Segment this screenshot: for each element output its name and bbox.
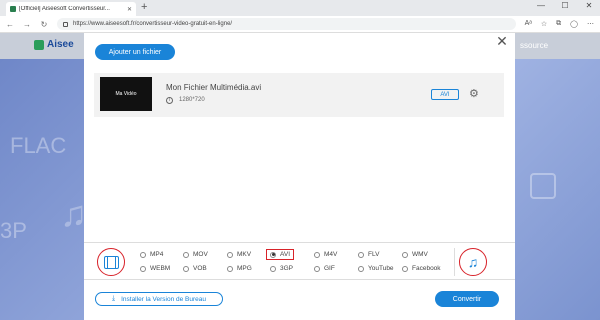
site-logo[interactable]: Aisee — [34, 39, 74, 50]
format-label: FLV — [368, 251, 380, 258]
format-label: VOB — [193, 265, 207, 272]
info-icon[interactable]: i — [166, 97, 173, 104]
format-label: MPG — [237, 265, 252, 272]
format-label: WMV — [412, 251, 428, 258]
window-controls: — ☐ ✕ — [536, 1, 594, 10]
lock-icon — [63, 21, 68, 27]
radio-youtube[interactable] — [358, 265, 364, 272]
format-option-mp4[interactable]: MP4 — [140, 251, 163, 258]
logo-icon — [34, 39, 44, 50]
radio-vob[interactable] — [183, 265, 189, 272]
format-label: WEBM — [150, 265, 171, 272]
format-label: Facebook — [412, 265, 441, 272]
format-option-mpg[interactable]: MPG — [227, 265, 252, 272]
format-option-youtube[interactable]: YouTube — [358, 265, 394, 272]
format-label: AVI — [280, 251, 290, 258]
audio-format-tab[interactable]: ♫ — [459, 248, 487, 276]
url-field[interactable]: https://www.aiseesoft.fr/convertisseur-v… — [57, 18, 516, 30]
radio-flv[interactable] — [358, 251, 364, 258]
install-label: Installer la Version de Bureau — [121, 295, 207, 303]
download-icon: ⤓ — [111, 295, 116, 302]
minimize-button[interactable]: — — [536, 1, 546, 10]
decor-music-note-icon: ♫ — [60, 193, 87, 234]
tab-title: [Officiel] Aiseesoft Convertisseur... — [19, 6, 110, 12]
radio-avi[interactable] — [270, 251, 276, 258]
radio-mp4[interactable] — [140, 251, 146, 258]
modal-close-icon[interactable]: ✕ — [495, 33, 509, 50]
radio-gif[interactable] — [314, 265, 320, 272]
url-text: https://www.aiseesoft.fr/convertisseur-v… — [73, 21, 233, 27]
address-bar-row: ← → ↻ https://www.aiseesoft.fr/convertis… — [0, 16, 600, 33]
format-label: M4V — [324, 251, 338, 258]
more-menu-icon[interactable]: ⋯ — [587, 20, 594, 28]
format-option-mov[interactable]: MOV — [183, 251, 208, 258]
format-panel: MP4 MOV MKV AVI M4V FLV WMV WEBM VOB MPG… — [84, 242, 515, 280]
format-option-flv[interactable]: FLV — [358, 251, 379, 258]
radio-facebook[interactable] — [402, 265, 408, 272]
format-option-facebook[interactable]: Facebook — [402, 265, 441, 272]
format-label: MP4 — [150, 251, 164, 258]
music-note-icon: ♫ — [467, 254, 479, 270]
file-name: Mon Fichier Multimédia.avi — [166, 83, 262, 92]
convert-button[interactable]: Convertir — [435, 291, 499, 307]
favorite-star-icon[interactable]: ☆ — [541, 20, 547, 28]
format-option-vob[interactable]: VOB — [183, 265, 207, 272]
format-option-webm[interactable]: WEBM — [140, 265, 170, 272]
file-row: Ma Vidéo Mon Fichier Multimédia.avi i 12… — [94, 73, 504, 117]
format-option-wmv[interactable]: WMV — [402, 251, 428, 258]
resolution-text: 1280*720 — [179, 97, 205, 103]
logo-text: Aisee — [47, 39, 74, 50]
decor-film-icon — [530, 173, 556, 199]
format-label: MKV — [237, 251, 252, 258]
forward-button[interactable]: → — [23, 20, 31, 29]
reload-button[interactable]: ↻ — [40, 20, 48, 29]
format-option-m4v[interactable]: M4V — [314, 251, 337, 258]
decor-flac-text: FLAC — [10, 133, 67, 158]
browser-tabbar: [Officiel] Aiseesoft Convertisseur... ✕ … — [0, 0, 600, 16]
radio-wmv[interactable] — [402, 251, 408, 258]
format-divider — [454, 248, 455, 276]
format-option-gif[interactable]: GIF — [314, 265, 335, 272]
format-label: YouTube — [368, 265, 394, 272]
radio-webm[interactable] — [140, 265, 146, 272]
favicon-icon — [10, 6, 16, 12]
radio-mpg[interactable] — [227, 265, 233, 272]
settings-gear-icon[interactable]: ⚙ — [469, 87, 479, 100]
radio-mov[interactable] — [183, 251, 189, 258]
radio-mkv[interactable] — [227, 251, 233, 258]
format-option-mkv[interactable]: MKV — [227, 251, 251, 258]
format-option-3gp[interactable]: 3GP — [270, 265, 293, 272]
reading-view-icon[interactable]: Aᵃ — [525, 20, 532, 28]
window-close-button[interactable]: ✕ — [584, 1, 594, 10]
video-thumbnail: Ma Vidéo — [100, 77, 152, 111]
add-file-button[interactable]: Ajouter un fichier — [95, 44, 175, 60]
install-desktop-button[interactable]: ⤓ Installer la Version de Bureau — [95, 292, 223, 306]
converter-modal: ✕ Ajouter un fichier Ma Vidéo Mon Fichie… — [84, 33, 515, 320]
tab-close-icon[interactable]: ✕ — [127, 6, 132, 13]
radio-3gp[interactable] — [270, 265, 276, 272]
new-tab-button[interactable]: + — [141, 1, 147, 13]
format-label: 3GP — [280, 265, 294, 272]
nav-ressource-link[interactable]: ssource — [520, 41, 548, 50]
decor-3p-text: 3P — [0, 218, 27, 243]
film-icon — [103, 255, 119, 269]
back-button[interactable]: ← — [6, 20, 14, 29]
video-format-tab[interactable] — [97, 248, 125, 276]
radio-m4v[interactable] — [314, 251, 320, 258]
format-option-avi[interactable]: AVI — [266, 249, 294, 260]
output-format-badge[interactable]: AVI — [431, 89, 459, 100]
format-label: GIF — [324, 265, 335, 272]
maximize-button[interactable]: ☐ — [560, 1, 570, 10]
toolbar-icons: Aᵃ ☆ ⧉ ◯ ⋯ — [525, 20, 594, 28]
collections-icon[interactable]: ⧉ — [556, 20, 561, 28]
profile-icon[interactable]: ◯ — [570, 20, 578, 28]
browser-tab[interactable]: [Officiel] Aiseesoft Convertisseur... ✕ — [6, 2, 136, 16]
format-label: MOV — [193, 251, 208, 258]
